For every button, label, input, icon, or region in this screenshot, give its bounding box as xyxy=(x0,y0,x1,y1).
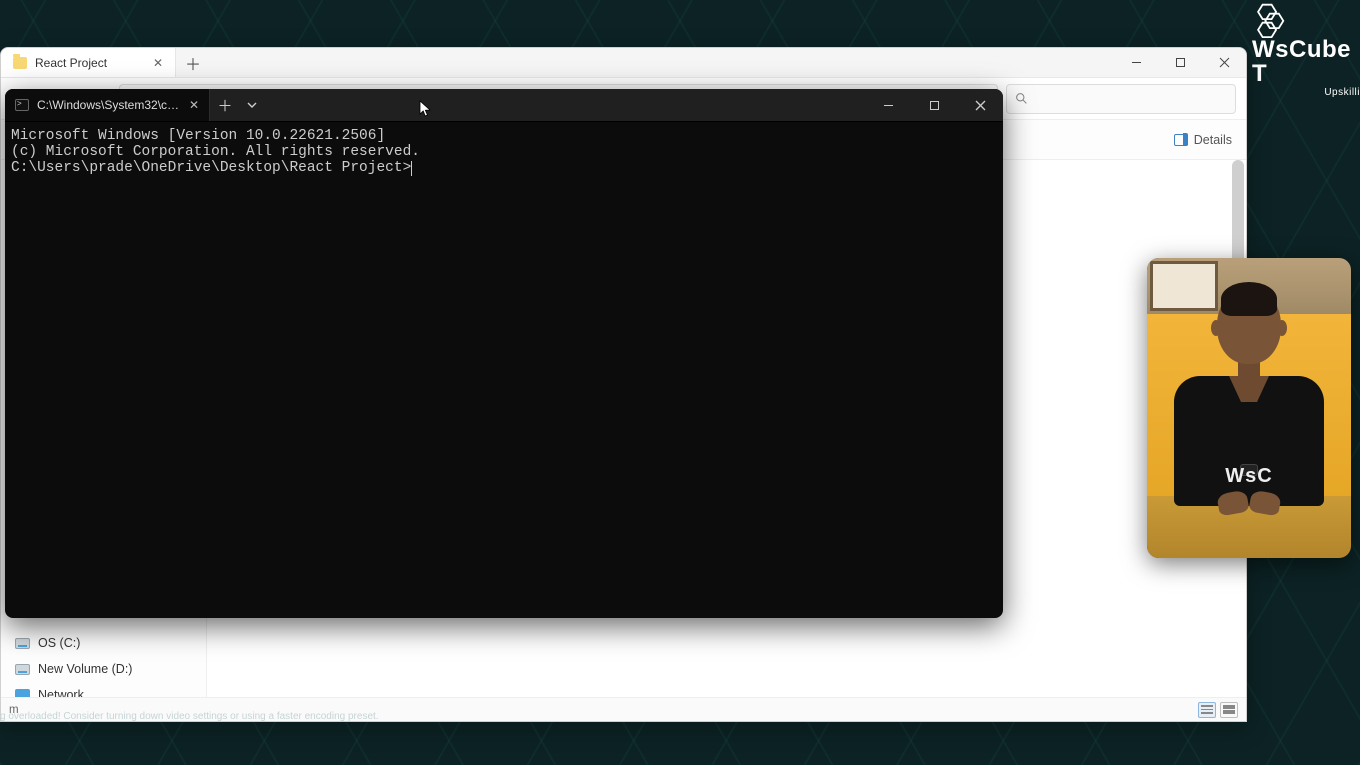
sidebar-item-label: OS (C:) xyxy=(38,636,80,650)
terminal-window: C:\Windows\System32\cmd.e ✕ ＋ Microsoft … xyxy=(5,89,1003,618)
terminal-new-tab-button[interactable]: ＋ xyxy=(210,89,240,121)
sidebar-item-label: New Volume (D:) xyxy=(38,662,132,676)
terminal-tab-title: C:\Windows\System32\cmd.e xyxy=(37,98,181,112)
sidebar-item-drive-d[interactable]: New Volume (D:) xyxy=(1,656,206,682)
webcam-overlay: WsC xyxy=(1147,258,1351,558)
folder-icon xyxy=(13,57,27,69)
terminal-close-button[interactable] xyxy=(957,89,1003,121)
text-cursor xyxy=(411,161,412,176)
terminal-line: C:\Users\prade\OneDrive\Desktop\React Pr… xyxy=(11,160,997,176)
explorer-titlebar[interactable]: React Project ✕ ＋ xyxy=(1,48,1246,78)
brand-name: WsCube T xyxy=(1252,38,1360,86)
terminal-maximize-button[interactable] xyxy=(911,89,957,121)
terminal-output[interactable]: Microsoft Windows [Version 10.0.22621.25… xyxy=(5,122,1003,183)
presenter-figure: WsC xyxy=(1174,286,1324,512)
details-label[interactable]: Details xyxy=(1194,133,1232,147)
terminal-tab-dropdown-button[interactable] xyxy=(240,89,264,121)
details-pane-icon xyxy=(1174,134,1188,146)
view-icons-button[interactable] xyxy=(1220,702,1238,718)
explorer-tab-title: React Project xyxy=(35,56,145,70)
terminal-minimize-button[interactable] xyxy=(865,89,911,121)
cmd-icon xyxy=(15,99,29,111)
encoding-warning-text: g overloaded! Consider turning down vide… xyxy=(0,711,379,722)
brand-subtitle: Upskilli xyxy=(1252,88,1360,98)
explorer-search-input[interactable] xyxy=(1006,84,1236,114)
chevron-down-icon xyxy=(247,100,257,110)
terminal-tab-close-icon[interactable]: ✕ xyxy=(189,98,199,112)
terminal-titlebar[interactable]: C:\Windows\System32\cmd.e ✕ ＋ xyxy=(5,89,1003,122)
terminal-line: Microsoft Windows [Version 10.0.22621.25… xyxy=(11,128,997,144)
search-icon xyxy=(1015,92,1028,105)
drive-icon xyxy=(15,638,30,649)
hex-logo-icon xyxy=(1250,2,1286,38)
terminal-tab[interactable]: C:\Windows\System32\cmd.e ✕ xyxy=(5,89,210,121)
explorer-tab[interactable]: React Project ✕ xyxy=(1,48,176,77)
explorer-minimize-button[interactable] xyxy=(1114,48,1158,77)
explorer-maximize-button[interactable] xyxy=(1158,48,1202,77)
terminal-line: (c) Microsoft Corporation. All rights re… xyxy=(11,144,997,160)
brand-logo: WsCube T Upskilli xyxy=(1250,2,1360,100)
explorer-new-tab-button[interactable]: ＋ xyxy=(176,48,210,77)
explorer-tab-close-icon[interactable]: ✕ xyxy=(153,56,163,70)
sidebar-item-drive-c[interactable]: OS (C:) xyxy=(1,630,206,656)
drive-icon xyxy=(15,664,30,675)
explorer-close-button[interactable] xyxy=(1202,48,1246,77)
view-details-button[interactable] xyxy=(1198,702,1216,718)
